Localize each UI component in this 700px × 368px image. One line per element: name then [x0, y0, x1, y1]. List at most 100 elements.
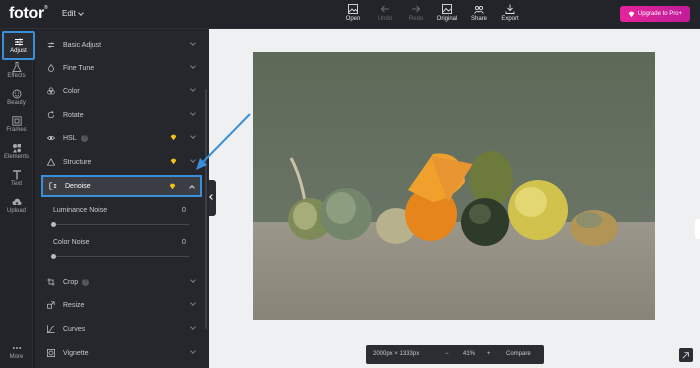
toolbar: Open Undo Redo Original Share Export [0, 4, 700, 28]
image-original-icon [442, 4, 452, 14]
vignette-label: Vignette [63, 349, 89, 357]
rail-item-adjust[interactable]: Adjust [2, 31, 35, 60]
still-life-image [253, 52, 655, 320]
panel-item-rotate[interactable]: Rotate [41, 107, 201, 123]
redo-button[interactable]: Redo [401, 4, 431, 22]
zoom-level: 41% [463, 351, 476, 357]
color-circles-icon [47, 87, 55, 95]
resize-icon [47, 301, 55, 309]
export-button[interactable]: Export [495, 4, 525, 22]
adjust-panel: Basic Adjust Fine Tune Color Rotate HSL … [35, 29, 209, 368]
undo-label: Undo [377, 16, 393, 22]
panel-item-crop[interactable]: Crop ? [41, 274, 201, 290]
rail-item-text[interactable]: Text [0, 170, 33, 187]
rail-elements-label: Elements [3, 154, 29, 160]
rail-frames-label: Frames [6, 127, 27, 133]
rail-more-label: More [9, 354, 24, 360]
panel-item-vignette[interactable]: Vignette [41, 345, 201, 361]
shapes-icon [12, 144, 21, 153]
upgrade-label: Upgrade to Pro+ [637, 11, 683, 17]
undo-button[interactable]: Undo [370, 4, 400, 22]
panel-scrollbar[interactable] [205, 89, 207, 329]
diamond-icon [628, 11, 635, 17]
rail-item-elements[interactable]: Elements [0, 143, 33, 160]
panel-item-hsl[interactable]: HSL ? [41, 130, 201, 146]
arrow-right-icon [412, 5, 421, 13]
luminance-noise-value: 0 [182, 207, 186, 214]
hsl-label: HSL [63, 134, 77, 142]
more-dots-icon [12, 347, 21, 349]
curves-icon [47, 325, 55, 333]
drop-icon [48, 64, 54, 72]
premium-diamond-icon [169, 183, 176, 190]
expand-icon [682, 352, 689, 359]
help-icon[interactable]: ? [80, 134, 88, 142]
vignette-icon [47, 349, 55, 357]
help-icon[interactable]: ? [82, 278, 90, 286]
premium-diamond-icon [170, 158, 177, 165]
panel-item-basic-adjust[interactable]: Basic Adjust [41, 37, 201, 53]
panel-item-curves[interactable]: Curves [41, 321, 201, 337]
chevron-down-icon [190, 110, 196, 116]
panel-item-color[interactable]: Color [41, 83, 201, 99]
curves-label: Curves [63, 325, 86, 333]
panel-item-structure[interactable]: Structure [41, 154, 201, 170]
compare-button[interactable]: Compare [506, 351, 531, 357]
slider-handle[interactable] [51, 222, 56, 227]
upgrade-button[interactable]: Upgrade to Pro+ [620, 6, 690, 22]
original-label: Original [436, 16, 458, 22]
original-button[interactable]: Original [432, 4, 462, 22]
zoom-in-button[interactable]: + [487, 351, 491, 357]
panel-item-denoise[interactable]: Denoise [41, 175, 202, 197]
status-bar: 2000px × 1333px − 41% + Compare [366, 345, 544, 364]
text-icon [12, 170, 21, 180]
collapse-panel-handle[interactable] [209, 180, 216, 216]
export-label: Export [501, 16, 519, 22]
rail-adjust-label: Adjust [10, 48, 27, 54]
denoise-icon [49, 182, 57, 190]
tool-rail: Adjust Effects Beauty Frames Elements Te… [0, 29, 35, 368]
chevron-down-icon [190, 348, 196, 354]
panel-item-resize[interactable]: Resize [41, 297, 201, 313]
canvas-area [209, 29, 700, 368]
triangle-icon [47, 158, 55, 166]
chevron-down-icon [190, 40, 196, 46]
premium-diamond-icon [170, 134, 177, 141]
structure-label: Structure [63, 158, 92, 166]
chevron-left-icon [209, 194, 215, 200]
luminance-noise-slider[interactable] [51, 222, 189, 227]
open-label: Open [345, 16, 361, 22]
slider-handle[interactable] [51, 254, 56, 259]
open-button[interactable]: Open [338, 4, 368, 22]
rail-item-effects[interactable]: Effects [0, 62, 33, 79]
face-icon [12, 89, 21, 99]
fit-screen-button[interactable] [679, 348, 693, 362]
edited-photo[interactable] [253, 52, 655, 320]
chevron-down-icon [190, 63, 196, 69]
chevron-down-icon [190, 133, 196, 139]
sliders-icon [14, 38, 23, 46]
rail-item-beauty[interactable]: Beauty [0, 89, 33, 106]
image-dimensions: 2000px × 1333px [373, 351, 420, 357]
rail-item-frames[interactable]: Frames [0, 116, 33, 133]
panel-item-fine-tune[interactable]: Fine Tune [41, 60, 201, 76]
eye-icon [47, 135, 55, 141]
chevron-down-icon [190, 324, 196, 330]
chevron-down-icon [190, 157, 196, 163]
share-button[interactable]: Share [464, 4, 494, 22]
color-noise-value: 0 [182, 239, 186, 246]
crop-label: Crop [63, 278, 79, 286]
image-open-icon [348, 4, 358, 14]
color-noise-slider[interactable] [51, 254, 189, 259]
top-bar: fotor® Edit Open Undo Redo Original Shar… [0, 0, 700, 29]
rotate-icon [47, 111, 55, 119]
rail-item-upload[interactable]: Upload [0, 197, 33, 214]
rail-item-more[interactable]: More [0, 343, 33, 360]
luminance-noise-label: Luminance Noise [53, 207, 108, 214]
zoom-out-button[interactable]: − [445, 351, 449, 357]
redo-label: Redo [408, 16, 424, 22]
chevron-down-icon [190, 86, 196, 92]
right-panel-handle[interactable] [695, 219, 700, 239]
rail-text-label: Text [10, 181, 22, 187]
fotor-editor: fotor® Edit Open Undo Redo Original Shar… [0, 0, 700, 368]
